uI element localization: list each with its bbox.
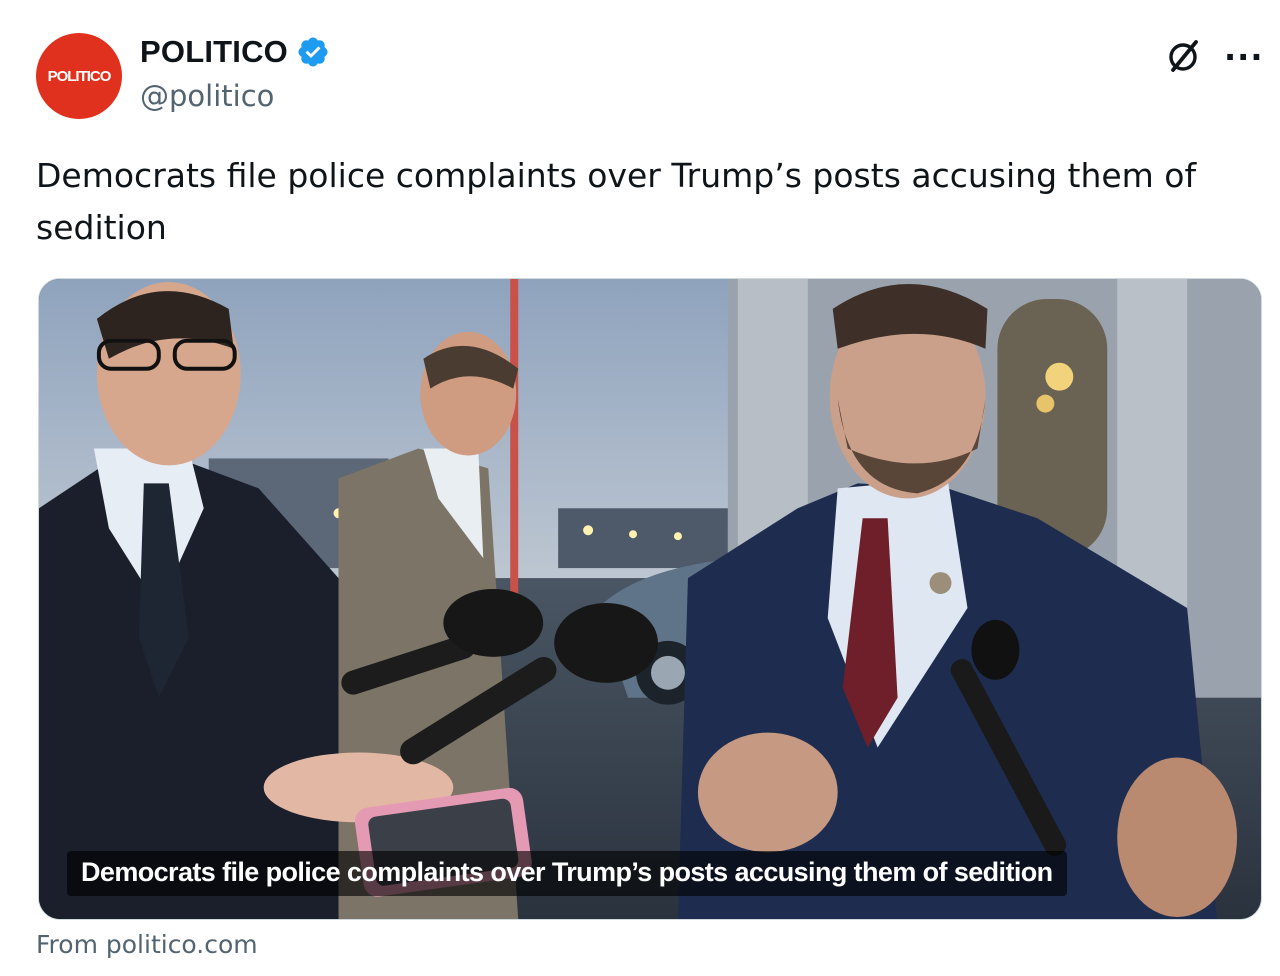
verified-badge-icon[interactable]: [296, 35, 330, 69]
tweet-card: POLITICO POLITICO @politico ··· Democrat…: [0, 0, 1280, 976]
link-card-media[interactable]: Democrats file police complaints over Tr…: [38, 278, 1262, 920]
media-caption: Democrats file police complaints over Tr…: [67, 851, 1067, 896]
account-handle[interactable]: @politico: [140, 79, 274, 113]
more-options-icon[interactable]: ···: [1224, 38, 1263, 76]
news-photo: [39, 279, 1261, 919]
grok-icon[interactable]: [1165, 37, 1203, 75]
account-display-name[interactable]: POLITICO: [140, 34, 288, 70]
account-name-row: POLITICO: [140, 34, 330, 70]
account-avatar[interactable]: POLITICO: [36, 33, 122, 119]
link-source[interactable]: From politico.com: [36, 930, 258, 959]
avatar-logo-text: POLITICO: [47, 67, 112, 85]
post-text: Democrats file police complaints over Tr…: [36, 156, 1197, 247]
